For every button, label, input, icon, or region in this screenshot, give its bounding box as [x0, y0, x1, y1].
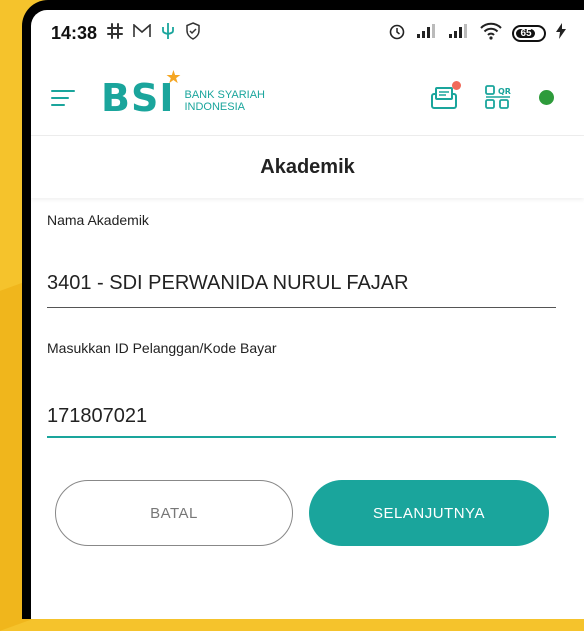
- alarm-icon: [388, 22, 406, 45]
- bolt-icon: [556, 22, 566, 44]
- status-time: 14:38: [51, 22, 98, 43]
- qr-icon[interactable]: QR: [485, 84, 511, 111]
- next-button[interactable]: SELANJUTNYA: [309, 480, 549, 546]
- signal-icon: [416, 23, 438, 44]
- app-header: BSI ★ BANK SYARIAH INDONESIA QR: [31, 60, 584, 136]
- menu-icon[interactable]: [51, 88, 75, 108]
- academic-name-field[interactable]: 3401 - SDI PERWANIDA NURUL FAJAR: [47, 272, 556, 308]
- page-title: Akademik: [260, 155, 355, 178]
- slack-icon: [107, 22, 124, 44]
- battery-icon: 65: [512, 24, 546, 42]
- logo-text: BANK SYARIAH INDONESIA: [184, 89, 265, 114]
- inbox-icon[interactable]: [431, 80, 461, 109]
- logo-mark: BSI ★: [101, 66, 183, 120]
- gmail-icon: [133, 22, 151, 43]
- signal-icon: [448, 23, 470, 44]
- online-status-indicator: [539, 90, 554, 105]
- customer-id-label: Masukkan ID Pelanggan/Kode Bayar: [47, 340, 277, 356]
- cancel-button[interactable]: BATAL: [55, 480, 293, 546]
- status-bar: 14:38 65: [31, 10, 584, 56]
- shield-icon: [185, 21, 201, 45]
- bsi-logo: BSI ★ BANK SYARIAH INDONESIA: [101, 66, 265, 120]
- notification-dot: [452, 80, 461, 90]
- battery-level: 65: [520, 27, 532, 39]
- page-title-bar: Akademik: [31, 136, 584, 198]
- svg-text:QR: QR: [498, 87, 511, 96]
- academic-name-label: Nama Akademik: [47, 212, 149, 228]
- logo-star-icon: ★: [165, 66, 183, 88]
- phone-screen: 14:38 65 BSI ★ BANK SYARIAH INDONESIA QR…: [31, 10, 584, 619]
- usb-icon: [161, 22, 175, 45]
- customer-id-input[interactable]: [47, 400, 556, 438]
- wifi-icon: [480, 22, 502, 45]
